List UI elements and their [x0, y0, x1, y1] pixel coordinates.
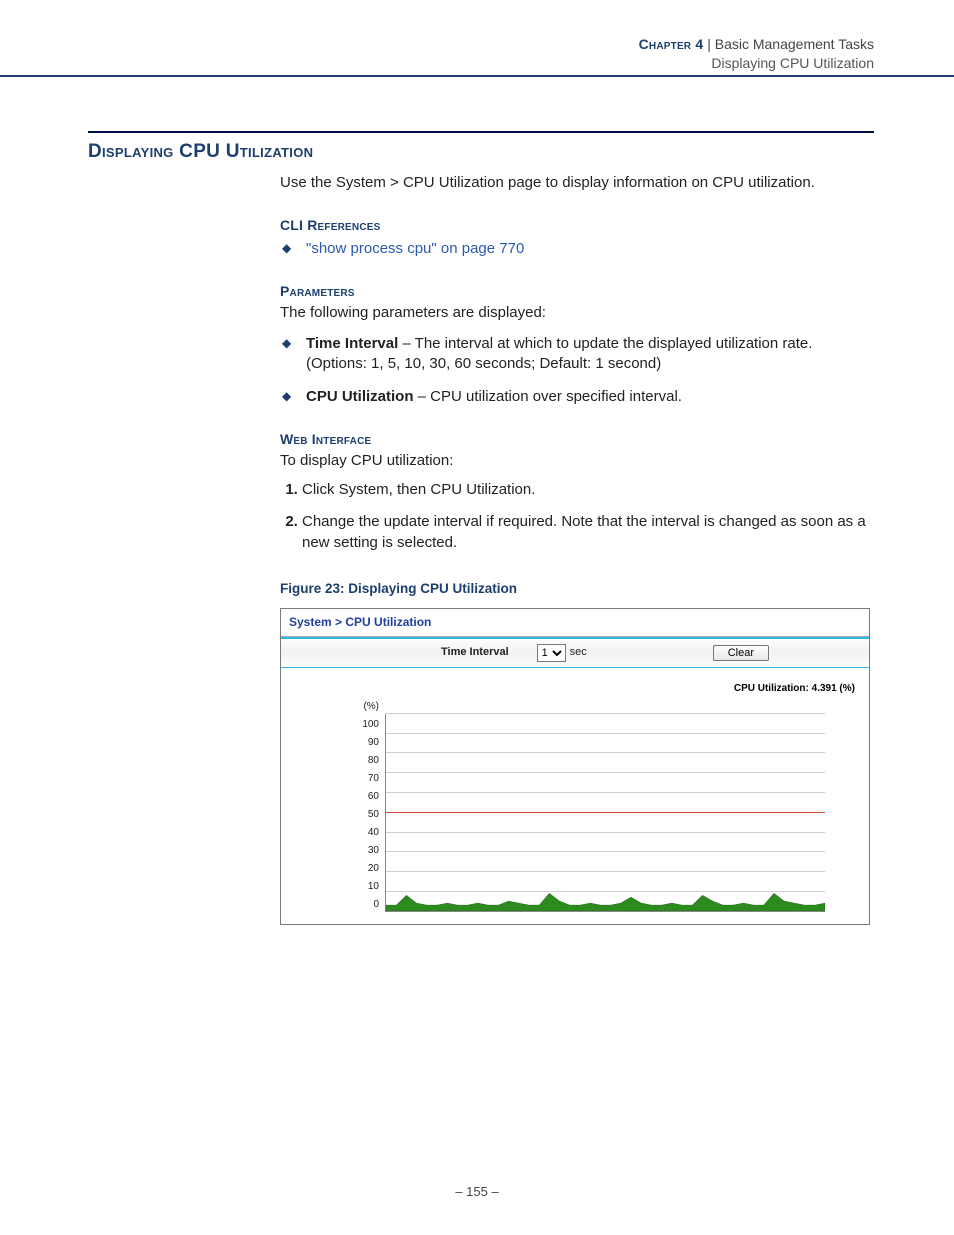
- y-tick: 10: [368, 878, 379, 896]
- running-header: Chapter 4 | Basic Management Tasks Displ…: [0, 0, 954, 77]
- cpu-reading: CPU Utilization: 4.391 (%): [734, 682, 855, 696]
- cli-heading: CLI References: [280, 216, 874, 235]
- interval-select[interactable]: 1: [537, 644, 566, 662]
- chapter-label: Chapter 4: [639, 36, 704, 52]
- plot-area: [385, 714, 825, 912]
- parameters-heading: Parameters: [280, 282, 874, 301]
- figure-toolbar: Time Interval 1 sec Clear: [281, 637, 869, 668]
- cli-ref-link[interactable]: "show process cpu" on page 770: [306, 240, 524, 257]
- y-tick: 90: [368, 734, 379, 752]
- header-subtitle: Displaying CPU Utilization: [80, 55, 874, 71]
- y-tick: 100: [362, 716, 379, 734]
- param-item: Time Interval – The interval at which to…: [280, 334, 874, 375]
- step-item: Change the update interval if required. …: [302, 512, 874, 553]
- y-tick: 50: [368, 806, 379, 824]
- y-tick: 60: [368, 788, 379, 806]
- parameters-lead: The following parameters are displayed:: [280, 303, 874, 324]
- y-tick: 40: [368, 824, 379, 842]
- y-tick: 20: [368, 860, 379, 878]
- web-lead: To display CPU utilization:: [280, 451, 874, 472]
- y-tick: 80: [368, 752, 379, 770]
- web-heading: Web Interface: [280, 430, 874, 449]
- y-tick: 70: [368, 770, 379, 788]
- figure-breadcrumb: System > CPU Utilization: [281, 609, 869, 637]
- clear-button[interactable]: Clear: [713, 645, 769, 661]
- figure-screenshot: System > CPU Utilization Time Interval 1…: [280, 608, 870, 924]
- param-name: Time Interval: [306, 335, 398, 352]
- y-axis: (%) 100 90 80 70 60 50 40 30 20 10 0: [289, 700, 385, 914]
- y-tick: 0: [373, 896, 379, 914]
- cli-ref-item: "show process cpu" on page 770: [280, 239, 874, 260]
- cpu-chart: (%) 100 90 80 70 60 50 40 30 20 10 0: [289, 700, 855, 914]
- param-item: CPU Utilization – CPU utilization over s…: [280, 387, 874, 408]
- section-rule: [88, 131, 874, 133]
- chapter-title: Basic Management Tasks: [715, 36, 874, 52]
- intro-paragraph: Use the System > CPU Utilization page to…: [280, 173, 874, 194]
- interval-label: Time Interval: [441, 645, 509, 660]
- page-number: – 155 –: [0, 1184, 954, 1199]
- y-axis-unit: (%): [363, 700, 379, 714]
- param-desc: – CPU utilization over specified interva…: [414, 388, 682, 405]
- step-item: Click System, then CPU Utilization.: [302, 480, 874, 501]
- header-separator: |: [703, 36, 714, 52]
- interval-unit: sec: [570, 645, 587, 660]
- y-tick: 30: [368, 842, 379, 860]
- section-title: Displaying CPU Utilization: [88, 141, 874, 163]
- param-name: CPU Utilization: [306, 388, 414, 405]
- figure-caption: Figure 23: Displaying CPU Utilization: [280, 580, 874, 599]
- area-series: [386, 714, 825, 911]
